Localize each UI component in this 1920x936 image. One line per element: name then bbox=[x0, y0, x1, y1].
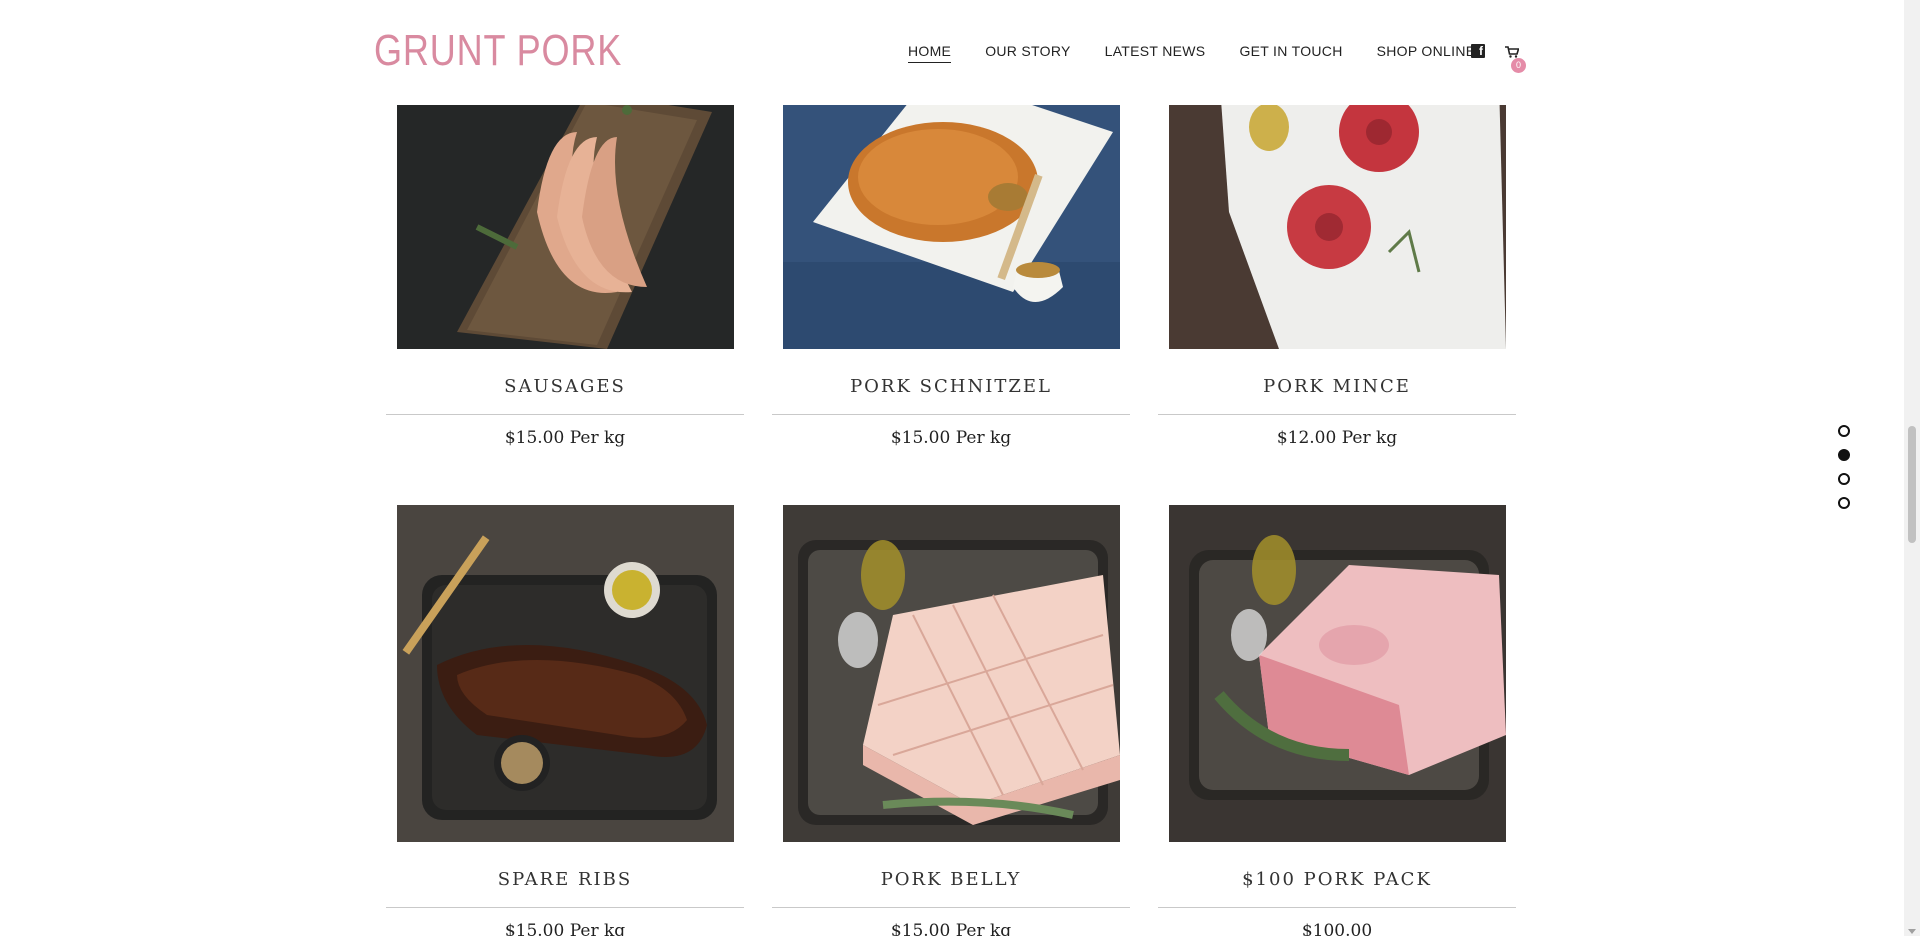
section-dot-active[interactable] bbox=[1838, 449, 1850, 461]
product-name[interactable]: PORK MINCE bbox=[1158, 376, 1516, 397]
section-dot[interactable] bbox=[1838, 425, 1850, 437]
product-name[interactable]: SAUSAGES bbox=[386, 376, 744, 397]
product-image-belly[interactable] bbox=[783, 505, 1120, 842]
cart-count-badge: 0 bbox=[1511, 58, 1526, 73]
scroll-down-arrow-icon[interactable] bbox=[1908, 929, 1916, 934]
product-price: $15.00 Per kg bbox=[504, 921, 626, 936]
product-price: $15.00 Per kg bbox=[890, 921, 1012, 936]
site-header: GRUNT PORK HOME OUR STORY LATEST NEWS GE… bbox=[0, 0, 1904, 105]
section-nav-dots bbox=[1838, 425, 1850, 521]
divider bbox=[1158, 907, 1516, 908]
product-name[interactable]: SPARE RIBS bbox=[386, 869, 744, 890]
logo-text: GRUNT PORK bbox=[374, 26, 623, 75]
section-dot[interactable] bbox=[1838, 497, 1850, 509]
product-price: $12.00 Per kg bbox=[1276, 428, 1398, 448]
section-dot[interactable] bbox=[1838, 473, 1850, 485]
divider bbox=[772, 907, 1130, 908]
product-name[interactable]: $100 PORK PACK bbox=[1158, 869, 1516, 890]
nav-item-home[interactable]: HOME bbox=[908, 43, 952, 63]
facebook-icon[interactable]: f bbox=[1471, 44, 1485, 58]
nav-item-latest-news[interactable]: LATEST NEWS bbox=[1105, 43, 1206, 63]
logo[interactable]: GRUNT PORK bbox=[374, 26, 622, 76]
divider bbox=[1158, 414, 1516, 415]
product-name[interactable]: PORK SCHNITZEL bbox=[772, 376, 1130, 397]
nav-item-get-in-touch[interactable]: GET IN TOUCH bbox=[1239, 43, 1342, 63]
product-price: $15.00 Per kg bbox=[890, 428, 1012, 448]
nav-item-shop-online[interactable]: SHOP ONLINE bbox=[1377, 43, 1476, 63]
product-price: $100.00 bbox=[1301, 921, 1373, 936]
main-nav: HOME OUR STORY LATEST NEWS GET IN TOUCH … bbox=[908, 43, 1509, 63]
scrollbar[interactable] bbox=[1904, 0, 1920, 936]
product-name[interactable]: PORK BELLY bbox=[772, 869, 1130, 890]
nav-item-our-story[interactable]: OUR STORY bbox=[985, 43, 1070, 63]
product-image-ribs[interactable] bbox=[397, 505, 734, 842]
product-price: $15.00 Per kg bbox=[504, 428, 626, 448]
divider bbox=[386, 907, 744, 908]
divider bbox=[772, 414, 1130, 415]
scrollbar-thumb[interactable] bbox=[1908, 426, 1916, 543]
product-image-pack[interactable] bbox=[1169, 505, 1506, 842]
divider bbox=[386, 414, 744, 415]
cart-icon[interactable] bbox=[1505, 46, 1519, 58]
